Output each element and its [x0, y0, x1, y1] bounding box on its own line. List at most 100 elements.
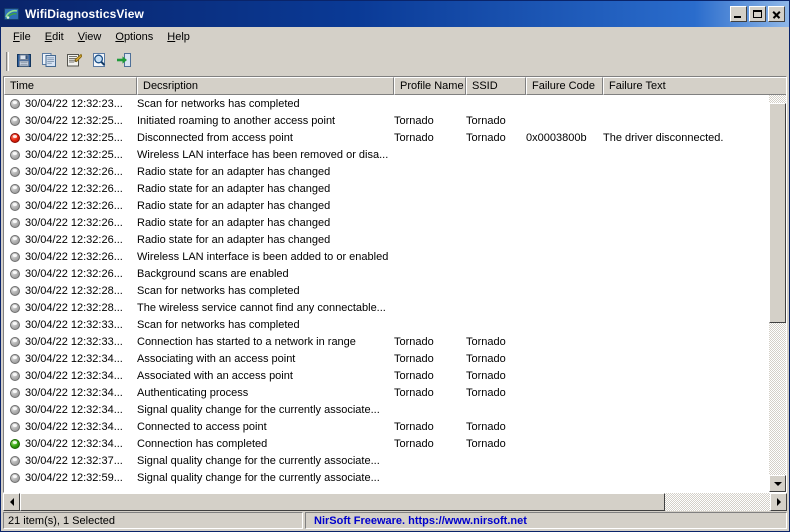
table-row[interactable]: 30/04/22 12:32:26...Wireless LAN interfa… — [4, 248, 786, 265]
scroll-right-button[interactable] — [770, 493, 787, 511]
status-link-pane: NirSoft Freeware. https://www.nirsoft.ne… — [305, 512, 787, 529]
row-status-icon — [4, 405, 25, 415]
window-controls — [730, 6, 785, 22]
exit-button[interactable] — [112, 50, 136, 73]
event-list-view: Time Decsription Profile Name SSID Failu… — [3, 76, 787, 493]
cell-time: 30/04/22 12:32:26... — [25, 183, 137, 195]
menu-item-view[interactable]: View — [71, 29, 109, 46]
cell-time: 30/04/22 12:32:26... — [25, 251, 137, 263]
status-gray-sphere-icon — [10, 235, 20, 245]
status-gray-sphere-icon — [10, 167, 20, 177]
row-status-icon — [4, 473, 25, 483]
menu-item-file[interactable]: File — [6, 29, 38, 46]
row-status-icon — [4, 354, 25, 364]
table-row[interactable]: 30/04/22 12:32:23...Scan for networks ha… — [4, 95, 786, 112]
cell-profile-name: Tornado — [394, 353, 466, 365]
column-header-failure-code[interactable]: Failure Code — [526, 77, 603, 95]
status-gray-sphere-icon — [10, 371, 20, 381]
table-row[interactable]: 30/04/22 12:32:25...Wireless LAN interfa… — [4, 146, 786, 163]
wifi-diagnostics-app-icon — [4, 7, 20, 22]
maximize-button[interactable] — [749, 6, 766, 22]
properties-button[interactable] — [62, 50, 86, 73]
status-gray-sphere-icon — [10, 456, 20, 466]
cell-time: 30/04/22 12:32:34... — [25, 387, 137, 399]
cell-description: Scan for networks has completed — [137, 285, 394, 297]
cell-ssid: Tornado — [466, 132, 526, 144]
cell-time: 30/04/22 12:32:26... — [25, 217, 137, 229]
table-row[interactable]: 30/04/22 12:32:33...Scan for networks ha… — [4, 316, 786, 333]
status-gray-sphere-icon — [10, 303, 20, 313]
status-gray-sphere-icon — [10, 252, 20, 262]
cell-time: 30/04/22 12:32:26... — [25, 200, 137, 212]
row-status-icon — [4, 235, 25, 245]
cell-time: 30/04/22 12:32:34... — [25, 438, 137, 450]
table-row[interactable]: 30/04/22 12:32:37...Signal quality chang… — [4, 452, 786, 469]
scroll-left-button[interactable] — [3, 493, 20, 511]
row-status-icon — [4, 184, 25, 194]
table-row[interactable]: 30/04/22 12:32:26...Radio state for an a… — [4, 180, 786, 197]
table-row[interactable]: 30/04/22 12:32:33...Connection has start… — [4, 333, 786, 350]
cell-time: 30/04/22 12:32:33... — [25, 319, 137, 331]
menu-item-help[interactable]: Help — [160, 29, 197, 46]
table-row[interactable]: 30/04/22 12:32:59...Signal quality chang… — [4, 469, 786, 486]
row-status-icon — [4, 320, 25, 330]
horizontal-scrollbar[interactable] — [3, 493, 787, 511]
cell-time: 30/04/22 12:32:25... — [25, 115, 137, 127]
status-gray-sphere-icon — [10, 99, 20, 109]
nirsoft-link[interactable]: NirSoft Freeware. https://www.nirsoft.ne… — [310, 515, 527, 527]
table-row[interactable]: 30/04/22 12:32:34...Associated with an a… — [4, 367, 786, 384]
table-row[interactable]: 30/04/22 12:32:26...Radio state for an a… — [4, 197, 786, 214]
cell-description: Associating with an access point — [137, 353, 394, 365]
status-gray-sphere-icon — [10, 354, 20, 364]
menu-bar: File Edit View Options Help — [1, 27, 789, 48]
cell-description: Background scans are enabled — [137, 268, 394, 280]
column-header-time[interactable]: Time — [4, 77, 137, 95]
status-gray-sphere-icon — [10, 337, 20, 347]
cell-ssid: Tornado — [466, 370, 526, 382]
table-row[interactable]: 30/04/22 12:32:28...The wireless service… — [4, 299, 786, 316]
copy-button[interactable] — [37, 50, 61, 73]
horizontal-scrollbar-thumb[interactable] — [20, 493, 665, 511]
table-row[interactable]: 30/04/22 12:32:25...Initiated roaming to… — [4, 112, 786, 129]
table-row[interactable]: 30/04/22 12:32:26...Radio state for an a… — [4, 231, 786, 248]
column-header-ssid[interactable]: SSID — [466, 77, 526, 95]
table-row[interactable]: 30/04/22 12:32:26...Background scans are… — [4, 265, 786, 282]
table-row[interactable]: 30/04/22 12:32:26...Radio state for an a… — [4, 214, 786, 231]
status-gray-sphere-icon — [10, 184, 20, 194]
row-status-icon — [4, 422, 25, 432]
menu-item-options[interactable]: Options — [108, 29, 160, 46]
vertical-scrollbar-thumb[interactable] — [769, 103, 786, 323]
column-header-failure-text[interactable]: Failure Text — [603, 77, 787, 95]
cell-ssid: Tornado — [466, 336, 526, 348]
vertical-scrollbar[interactable] — [769, 95, 786, 492]
column-header-profile-name[interactable]: Profile Name — [394, 77, 466, 95]
cell-failure-text: The driver disconnected. — [603, 132, 786, 144]
table-row[interactable]: 30/04/22 12:32:34...Signal quality chang… — [4, 401, 786, 418]
find-button[interactable] — [87, 50, 111, 73]
cell-time: 30/04/22 12:32:25... — [25, 132, 137, 144]
column-header-description[interactable]: Decsription — [137, 77, 394, 95]
title-bar: WifiDiagnosticsView — [1, 1, 789, 27]
cell-description: Associated with an access point — [137, 370, 394, 382]
cell-time: 30/04/22 12:32:37... — [25, 455, 137, 467]
table-row[interactable]: 30/04/22 12:32:34...Connection has compl… — [4, 435, 786, 452]
table-row[interactable]: 30/04/22 12:32:28...Scan for networks ha… — [4, 282, 786, 299]
table-row[interactable]: 30/04/22 12:32:25...Disconnected from ac… — [4, 129, 786, 146]
menu-item-edit[interactable]: Edit — [38, 29, 71, 46]
table-row[interactable]: 30/04/22 12:32:26...Radio state for an a… — [4, 163, 786, 180]
table-row[interactable]: 30/04/22 12:32:34...Authenticating proce… — [4, 384, 786, 401]
toolbar-grip — [6, 52, 9, 71]
table-row[interactable]: 30/04/22 12:32:34...Connected to access … — [4, 418, 786, 435]
horizontal-scrollbar-track[interactable] — [20, 493, 770, 511]
cell-ssid: Tornado — [466, 353, 526, 365]
minimize-button[interactable] — [730, 6, 747, 22]
close-button[interactable] — [768, 6, 785, 22]
cell-description: Connection has started to a network in r… — [137, 336, 394, 348]
vertical-scrollbar-track[interactable] — [769, 95, 786, 475]
cell-time: 30/04/22 12:32:33... — [25, 336, 137, 348]
save-button[interactable] — [12, 50, 36, 73]
status-gray-sphere-icon — [10, 201, 20, 211]
scroll-down-button[interactable] — [769, 475, 786, 492]
table-row[interactable]: 30/04/22 12:32:34...Associating with an … — [4, 350, 786, 367]
row-status-icon — [4, 388, 25, 398]
